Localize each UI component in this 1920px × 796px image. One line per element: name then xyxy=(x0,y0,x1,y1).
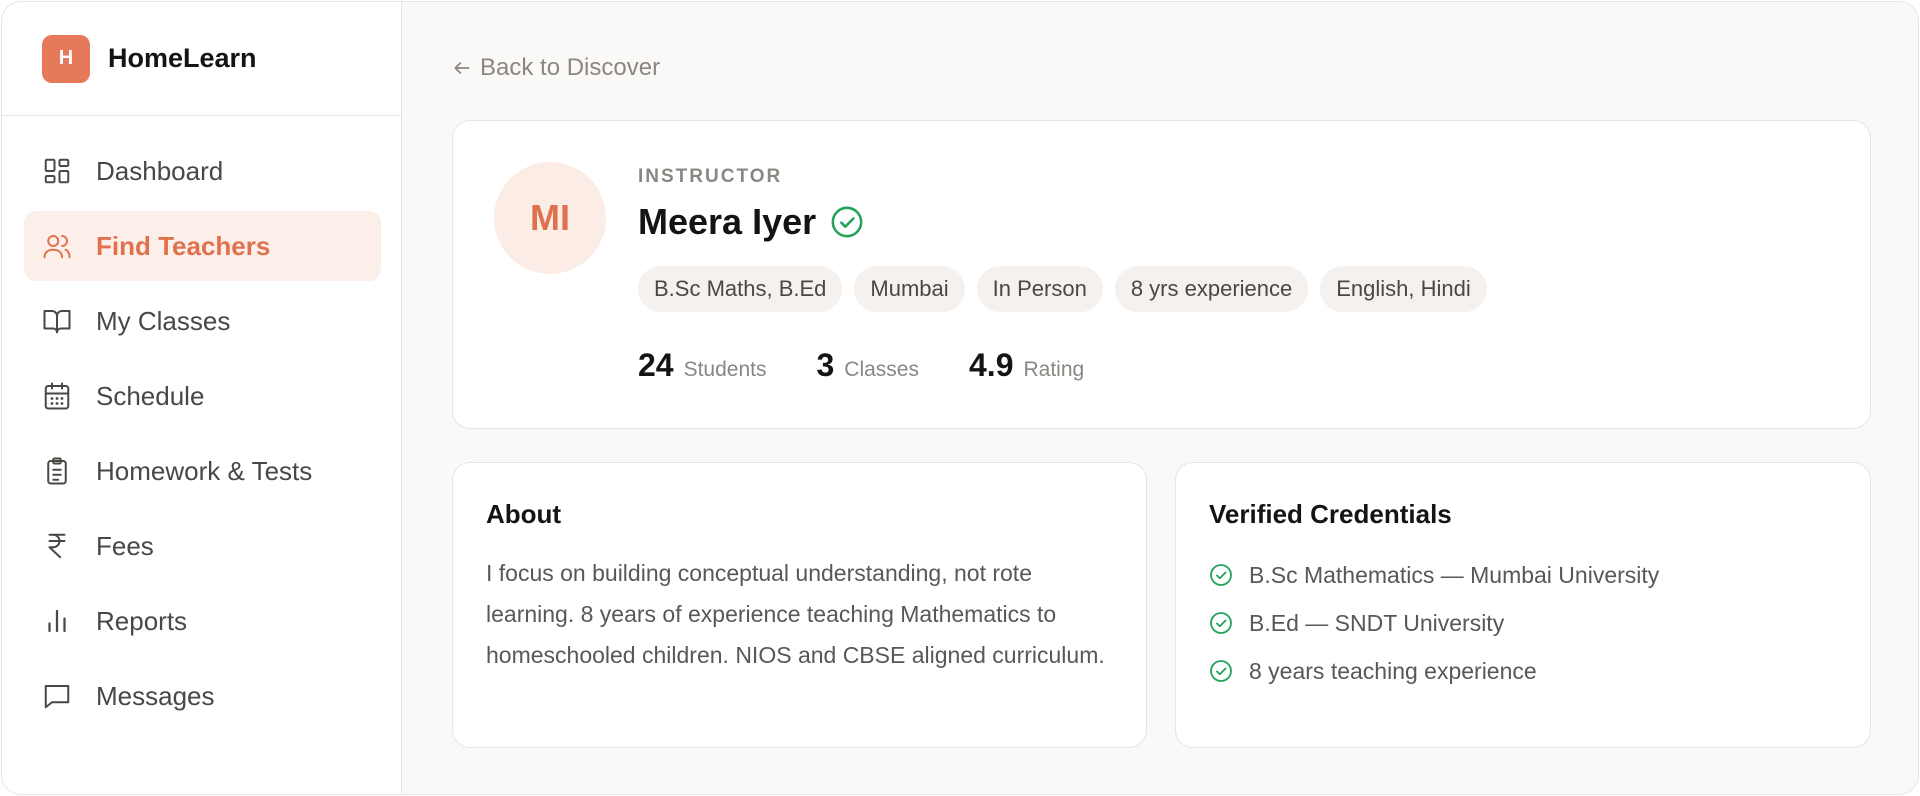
bar-chart-icon xyxy=(42,606,72,636)
credentials-list: B.Sc Mathematics — Mumbai University B.E… xyxy=(1209,551,1659,695)
profile-tags: B.Sc Maths, B.Ed Mumbai In Person 8 yrs … xyxy=(638,266,1499,312)
stat-value: 24 xyxy=(638,347,674,383)
avatar: MI xyxy=(494,162,606,274)
sidebar-item-schedule[interactable]: Schedule xyxy=(24,361,381,431)
stat-value: 3 xyxy=(816,347,835,383)
stat-label: Students xyxy=(683,358,767,381)
message-square-icon xyxy=(42,681,72,711)
sidebar-item-label: Messages xyxy=(96,680,215,711)
stat-value: 4.9 xyxy=(969,347,1014,383)
rupee-icon xyxy=(42,531,72,561)
about-title: About xyxy=(486,499,562,529)
check-circle-icon xyxy=(1210,564,1232,586)
users-icon xyxy=(42,231,72,261)
credentials-title: Verified Credentials xyxy=(1209,499,1452,529)
sidebar-item-label: Schedule xyxy=(96,380,205,411)
sidebar-item-fees[interactable]: Fees xyxy=(24,511,381,581)
stat-classes: 3 Classes xyxy=(817,347,920,384)
main-content: Back to Discover MI INSTRUCTOR Meera Iye… xyxy=(402,2,1918,794)
tag-location: Mumbai xyxy=(854,266,965,312)
stat-label: Classes xyxy=(844,358,919,381)
stat-students: 24 Students xyxy=(638,347,767,384)
sidebar-item-label: Homework & Tests xyxy=(96,455,313,486)
about-card: About I focus on building conceptual und… xyxy=(452,462,1147,748)
sidebar-item-my-classes[interactable]: My Classes xyxy=(24,286,381,356)
sidebar-item-label: My Classes xyxy=(96,305,231,336)
instructor-name: Meera Iyer xyxy=(638,201,817,242)
sidebar-item-find-teachers[interactable]: Find Teachers xyxy=(24,211,381,281)
stat-rating: 4.9 Rating xyxy=(969,347,1084,384)
role-label: INSTRUCTOR xyxy=(638,166,783,187)
sidebar-item-label: Fees xyxy=(96,530,154,561)
list-item: B.Sc Mathematics — Mumbai University xyxy=(1209,551,1659,599)
sidebar-item-label: Dashboard xyxy=(96,155,224,186)
sidebar-item-messages[interactable]: Messages xyxy=(24,661,381,731)
about-text: I focus on building conceptual understan… xyxy=(486,560,1105,668)
name-row: Meera Iyer xyxy=(638,201,864,243)
sidebar-nav: Dashboard Find Teachers My Classes Sched… xyxy=(2,116,401,731)
tag-mode: In Person xyxy=(976,266,1103,312)
sidebar-item-dashboard[interactable]: Dashboard xyxy=(24,136,381,206)
brand-name: HomeLearn xyxy=(108,43,257,73)
sidebar-item-homework-tests[interactable]: Homework & Tests xyxy=(24,436,381,506)
verified-credentials-card: Verified Credentials B.Sc Mathematics — … xyxy=(1175,462,1871,748)
list-item: B.Ed — SNDT University xyxy=(1209,599,1659,647)
brand[interactable]: H HomeLearn xyxy=(2,2,401,116)
brand-logo: H xyxy=(42,34,90,83)
check-circle-icon xyxy=(1210,660,1232,682)
tag-languages: English, Hindi xyxy=(1320,266,1487,312)
dashboard-icon xyxy=(42,156,72,186)
back-to-discover-link[interactable]: Back to Discover xyxy=(452,54,660,82)
tag-experience: 8 yrs experience xyxy=(1114,266,1309,312)
back-link-label: Back to Discover xyxy=(480,54,661,81)
check-circle-icon xyxy=(1210,612,1232,634)
sidebar-item-label: Find Teachers xyxy=(96,230,271,261)
profile-stats: 24 Students 3 Classes 4.9 Rating xyxy=(638,347,1134,384)
app-window: H HomeLearn Dashboard Find Teachers My C… xyxy=(1,1,1919,795)
stat-label: Rating xyxy=(1023,358,1085,381)
credential-text: 8 years teaching experience xyxy=(1249,657,1537,684)
sidebar-item-label: Reports xyxy=(96,605,188,636)
sidebar: H HomeLearn Dashboard Find Teachers My C… xyxy=(2,2,402,794)
verified-check-icon xyxy=(831,206,863,238)
credential-text: B.Ed — SNDT University xyxy=(1249,609,1505,636)
credential-text: B.Sc Mathematics — Mumbai University xyxy=(1249,561,1660,588)
instructor-profile-card: MI INSTRUCTOR Meera Iyer B.Sc Maths, B.E… xyxy=(452,120,1871,429)
arrow-left-icon xyxy=(454,62,470,74)
sidebar-item-reports[interactable]: Reports xyxy=(24,586,381,656)
list-item: 8 years teaching experience xyxy=(1209,647,1659,695)
clipboard-icon xyxy=(42,456,72,486)
calendar-icon xyxy=(42,381,72,411)
book-open-icon xyxy=(42,306,72,336)
tag-qualification: B.Sc Maths, B.Ed xyxy=(638,266,843,312)
